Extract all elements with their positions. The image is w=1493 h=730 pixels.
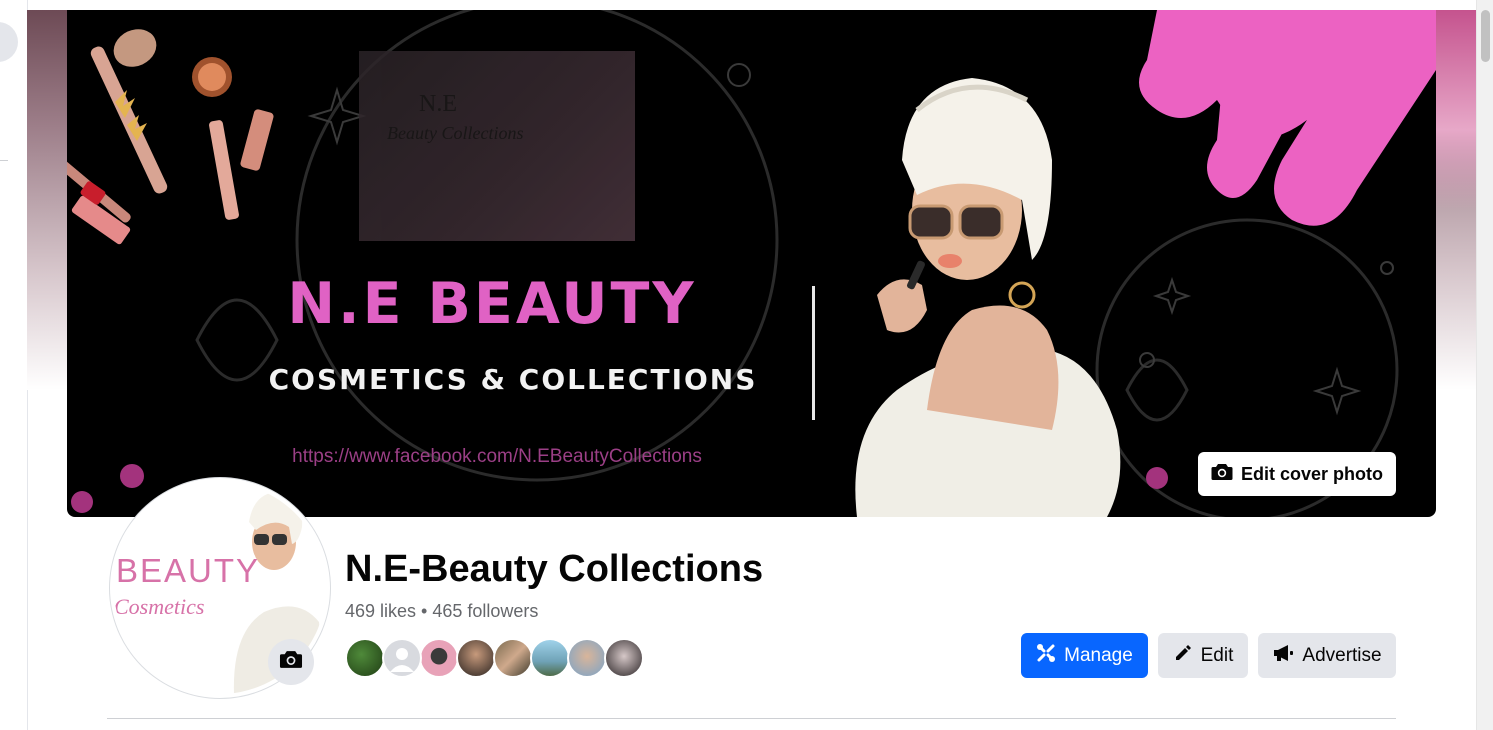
followers-link[interactable]: 465 followers (432, 601, 538, 621)
edit-cover-photo-label: Edit cover photo (1240, 463, 1383, 484)
cover-title-text: N.E BEAUTY (287, 271, 697, 337)
cover-subtitle-text: COSMETICS & COLLECTIONS (268, 363, 758, 396)
megaphone-icon (1272, 643, 1294, 669)
edit-cover-photo-button[interactable]: Edit cover photo (1198, 452, 1396, 496)
cover-photo[interactable]: N.E Beauty Collections N.E BEAUTY COSMET… (67, 10, 1436, 517)
sidebar-divider (0, 160, 8, 161)
stats-separator: • (416, 601, 433, 621)
section-divider (107, 718, 1396, 719)
profile-picture-text-cosmetics: Cosmetics (114, 594, 205, 619)
follower-avatar[interactable] (456, 638, 496, 678)
page-stats: 469 likes • 465 followers (345, 601, 538, 622)
follower-avatar[interactable] (493, 638, 533, 678)
follower-avatar[interactable] (530, 638, 570, 678)
pencil-icon (1173, 643, 1193, 669)
page-scrollbar[interactable] (1476, 0, 1493, 730)
inset-logo-image: N.E Beauty Collections (359, 51, 635, 241)
cover-artwork (67, 10, 1436, 517)
inset-logo-line1: N.E (419, 91, 457, 117)
follower-avatar[interactable] (419, 638, 459, 678)
camera-icon (279, 649, 303, 675)
follower-avatar[interactable] (382, 638, 422, 678)
sidebar-avatar-edge[interactable] (0, 22, 18, 62)
tools-icon (1036, 643, 1056, 669)
manage-button[interactable]: Manage (1021, 633, 1148, 678)
edit-button[interactable]: Edit (1158, 633, 1248, 678)
likes-link[interactable]: 469 likes (345, 601, 416, 621)
page-title: N.E-Beauty Collections (345, 548, 764, 590)
camera-icon (1211, 462, 1233, 487)
follower-avatar[interactable] (567, 638, 607, 678)
cover-url-text: https://www.facebook.com/N.EBeautyCollec… (292, 446, 702, 467)
cover-divider-line (812, 286, 815, 420)
profile-picture-text-beauty: BEAUTY (116, 552, 261, 589)
manage-label: Manage (1064, 644, 1133, 666)
update-profile-picture-button[interactable] (268, 639, 314, 685)
inset-logo-line2: Beauty Collections (387, 123, 524, 143)
default-user-icon (390, 648, 414, 672)
edit-label: Edit (1200, 644, 1234, 666)
follower-avatars (345, 638, 644, 678)
advertise-label: Advertise (1302, 644, 1382, 666)
advertise-button[interactable]: Advertise (1258, 633, 1396, 678)
scrollbar-thumb[interactable] (1481, 10, 1490, 62)
follower-avatar[interactable] (604, 638, 644, 678)
left-sidebar-edge (0, 0, 28, 730)
follower-avatar[interactable] (345, 638, 385, 678)
